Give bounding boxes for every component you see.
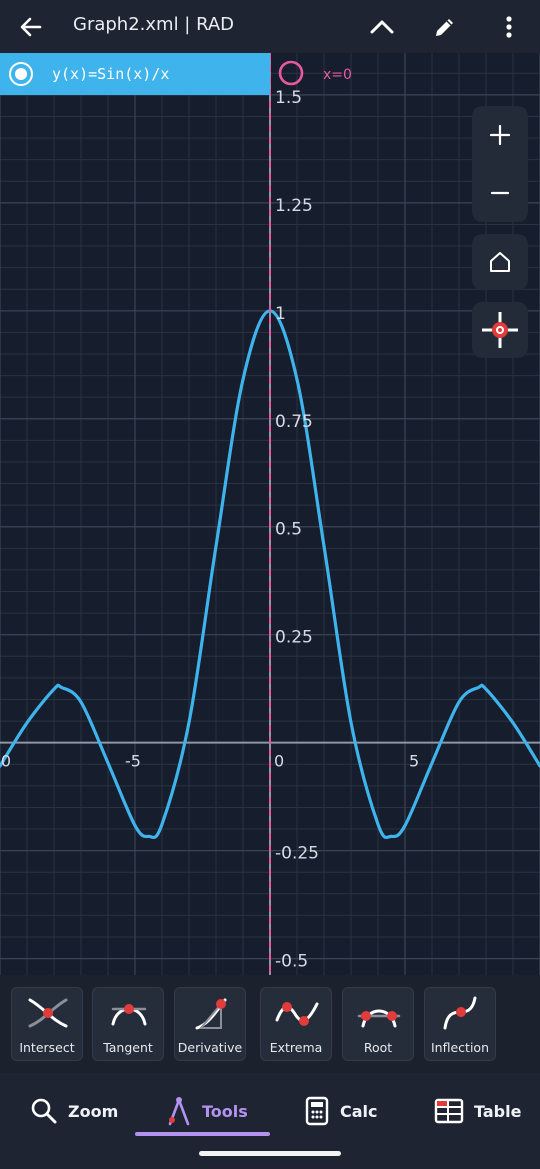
zoom-out-button[interactable] (472, 164, 528, 222)
y-tick-label: 1 (275, 304, 286, 324)
active-tab-indicator (135, 1132, 270, 1136)
tools-icon (168, 1097, 190, 1126)
home-icon (490, 252, 510, 272)
tool-tangent[interactable]: Tangent (92, 987, 164, 1061)
plus-icon (489, 124, 511, 146)
tool-label: Tangent (103, 1040, 153, 1055)
tool-root[interactable]: Root (342, 987, 414, 1061)
tool-intersect[interactable]: Intersect (11, 987, 83, 1061)
table-icon (434, 1098, 464, 1124)
extrema-icon (275, 1002, 319, 1026)
graph-canvas[interactable]: x=0-10-5051.51.2510.750.50.25-0.25-0.5-0… (0, 53, 540, 975)
pencil-icon[interactable] (428, 10, 462, 44)
y-tick-label: 1.25 (275, 196, 313, 216)
function-visible-radio[interactable] (9, 62, 33, 86)
nav-label: Calc (340, 1101, 378, 1121)
tool-derivative[interactable]: Derivative (174, 987, 246, 1061)
trace-label: x=0 (323, 67, 352, 83)
home-button[interactable] (472, 234, 528, 290)
derivative-icon (195, 998, 227, 1030)
nav-label: Zoom (68, 1101, 119, 1121)
more-vertical-icon[interactable] (492, 10, 526, 44)
x-tick-label: -5 (125, 752, 141, 771)
home-indicator (199, 1151, 341, 1156)
tool-inflection[interactable]: Inflection (424, 987, 496, 1061)
x-tick-label: 0 (274, 752, 284, 771)
y-tick-label: -0.5 (275, 952, 308, 972)
function-label: y(x)=Sin(x)/x (52, 65, 170, 83)
tool-extrema[interactable]: Extrema (260, 987, 332, 1061)
page-title: Graph2.xml | RAD (73, 14, 235, 35)
nav-label: Tools (202, 1101, 248, 1121)
tools-strip: Intersect Tangent Derivative Extrema Roo… (0, 975, 540, 1073)
root-icon (357, 1009, 401, 1028)
function-chip[interactable]: y(x)=Sin(x)/x (0, 53, 270, 95)
search-icon (31, 1098, 57, 1124)
crosshair-icon (482, 312, 518, 348)
y-tick-label: 0.25 (275, 628, 313, 648)
tool-label: Inflection (431, 1040, 489, 1055)
nav-calc[interactable]: Calc (304, 1091, 378, 1131)
x-tick-label: -10 (0, 752, 11, 771)
arrow-left-icon[interactable] (14, 10, 48, 44)
bottom-navigation: Zoom Tools Calc Table (0, 1073, 540, 1169)
y-tick-label: -0.25 (275, 844, 319, 864)
x-tick-label: 5 (409, 752, 419, 771)
nav-table[interactable]: Table (434, 1091, 521, 1131)
top-app-bar: Graph2.xml | RAD (0, 0, 540, 53)
tool-label: Root (363, 1040, 393, 1055)
minus-icon (490, 191, 510, 195)
nav-label: Table (474, 1101, 522, 1121)
tangent-icon (111, 1004, 147, 1026)
nav-zoom[interactable]: Zoom (30, 1091, 118, 1131)
tool-label: Intersect (19, 1040, 75, 1055)
chevron-up-icon[interactable] (365, 10, 399, 44)
intersect-icon (28, 998, 68, 1028)
tool-label: Extrema (269, 1040, 323, 1055)
y-tick-label: 1.5 (275, 88, 302, 108)
tool-label: Derivative (177, 1040, 243, 1055)
calculator-icon (305, 1096, 329, 1126)
inflection-icon (443, 996, 477, 1030)
nav-tools[interactable]: Tools (166, 1091, 248, 1131)
zoom-in-button[interactable] (472, 106, 528, 164)
y-tick-label: 0.5 (275, 520, 302, 540)
locate-button[interactable] (472, 302, 528, 358)
y-tick-label: 0.75 (275, 412, 313, 432)
